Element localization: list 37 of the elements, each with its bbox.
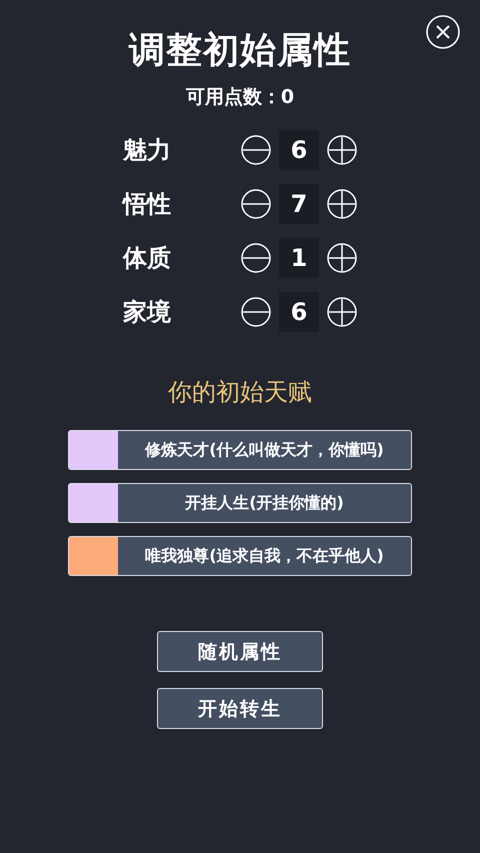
attribute-value: 7 — [279, 184, 319, 224]
talent-card[interactable]: 修炼天才(什么叫做天才，你懂吗) — [68, 430, 412, 470]
plus-icon — [327, 135, 357, 165]
action-button[interactable]: 开始转生 — [157, 688, 323, 729]
attribute-label: 体质 — [123, 243, 172, 274]
attribute-value: 6 — [279, 130, 319, 170]
talent-card[interactable]: 开挂人生(开挂你懂的) — [68, 483, 412, 523]
plus-icon — [327, 243, 357, 273]
talent-label: 开挂人生(开挂你懂的) — [184, 492, 345, 514]
minus-button[interactable] — [241, 243, 271, 273]
minus-icon — [241, 243, 271, 273]
attribute-label: 魅力 — [123, 135, 172, 166]
minus-icon — [241, 297, 271, 327]
points-label: 可用点数：0 — [186, 85, 294, 110]
close-button[interactable] — [426, 15, 460, 49]
talent-label: 唯我独尊(追求自我，不在乎他人) — [144, 544, 385, 566]
minus-icon — [241, 135, 271, 165]
plus-button[interactable] — [327, 189, 357, 219]
minus-icon — [241, 189, 271, 219]
attribute-value: 1 — [279, 238, 319, 278]
minus-button[interactable] — [241, 189, 271, 219]
plus-button[interactable] — [327, 297, 357, 327]
minus-button[interactable] — [241, 135, 271, 165]
talent-label: 修炼天才(什么叫做天才，你懂吗) — [144, 438, 385, 460]
plus-icon — [327, 297, 357, 327]
plus-button[interactable] — [327, 135, 357, 165]
close-icon — [426, 15, 460, 49]
page-title: 调整初始属性 — [129, 29, 351, 73]
talents-heading: 你的初始天赋 — [168, 377, 312, 408]
attribute-value: 6 — [279, 292, 319, 332]
talent-card[interactable]: 唯我独尊(追求自我，不在乎他人) — [68, 536, 412, 576]
attribute-label: 家境 — [123, 297, 172, 328]
attribute-label: 悟性 — [123, 189, 172, 220]
minus-button[interactable] — [241, 297, 271, 327]
action-button[interactable]: 随机属性 — [157, 631, 323, 672]
plus-icon — [327, 189, 357, 219]
plus-button[interactable] — [327, 243, 357, 273]
